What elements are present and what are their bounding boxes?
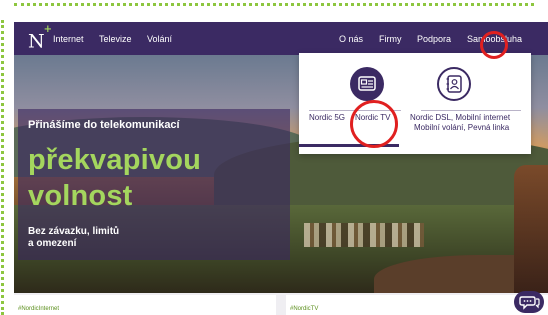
- dropdown-item-nordic-5g[interactable]: Nordic 5G: [309, 113, 345, 123]
- top-navbar: N+ Internet Televize Volání O nás Firmy …: [14, 22, 548, 55]
- nordic-telecom-page: N+ Internet Televize Volání O nás Firmy …: [14, 22, 548, 315]
- nav-link-o-nas[interactable]: O nás: [339, 34, 363, 44]
- hero-kicker: Přinášíme do telekomunikací: [28, 119, 180, 131]
- dotted-frame-left: [1, 20, 4, 315]
- hero-headline-line2: volnost: [28, 180, 133, 212]
- nordic-logo[interactable]: N+: [28, 24, 53, 53]
- hero-subtitle-line1: Bez závazku, limitů: [28, 226, 120, 237]
- contact-book-icon[interactable]: [437, 67, 471, 101]
- hero-subtitle-line2: a omezení: [28, 238, 77, 249]
- nav-link-televize[interactable]: Televize: [99, 34, 132, 44]
- tv-card-icon[interactable]: [350, 67, 384, 101]
- promo-card-tv[interactable]: #NordicTV: [286, 295, 548, 315]
- nav-link-volani[interactable]: Volání: [147, 34, 172, 44]
- logo-letter: N: [28, 30, 45, 53]
- promo-card-internet[interactable]: #NordicInternet: [14, 295, 276, 315]
- hero-hiker: [514, 165, 548, 293]
- hero-headline-line1: překvapivou: [28, 144, 202, 176]
- logo-plus: +: [43, 24, 53, 35]
- nav-link-podpora[interactable]: Podpora: [417, 34, 451, 44]
- chat-support-button[interactable]: [514, 291, 544, 313]
- samoobsluha-dropdown-menu: Nordic 5G Nordic TV Nordic DSL, Mobilní …: [299, 53, 531, 154]
- dotted-frame-top: [14, 3, 534, 6]
- promo-cards-row: #NordicInternet #NordicTV: [14, 293, 548, 315]
- chat-support-icon: [519, 296, 540, 310]
- hero-village: [304, 223, 424, 247]
- promo-card-tag: #NordicTV: [290, 306, 319, 312]
- annotation-circle-samoobsluha: [480, 31, 508, 59]
- nav-link-internet[interactable]: Internet: [53, 34, 84, 44]
- annotation-circle-nordic-tv: [350, 100, 398, 148]
- dropdown-item-nordic-dsl-line2[interactable]: Mobilní volání, Pevná linka: [414, 123, 509, 133]
- nav-link-firmy[interactable]: Firmy: [379, 34, 402, 44]
- dropdown-item-nordic-dsl[interactable]: Nordic DSL, Mobilní internet: [410, 113, 510, 123]
- promo-card-tag: #NordicInternet: [18, 306, 60, 312]
- dropdown-divider: [421, 110, 521, 111]
